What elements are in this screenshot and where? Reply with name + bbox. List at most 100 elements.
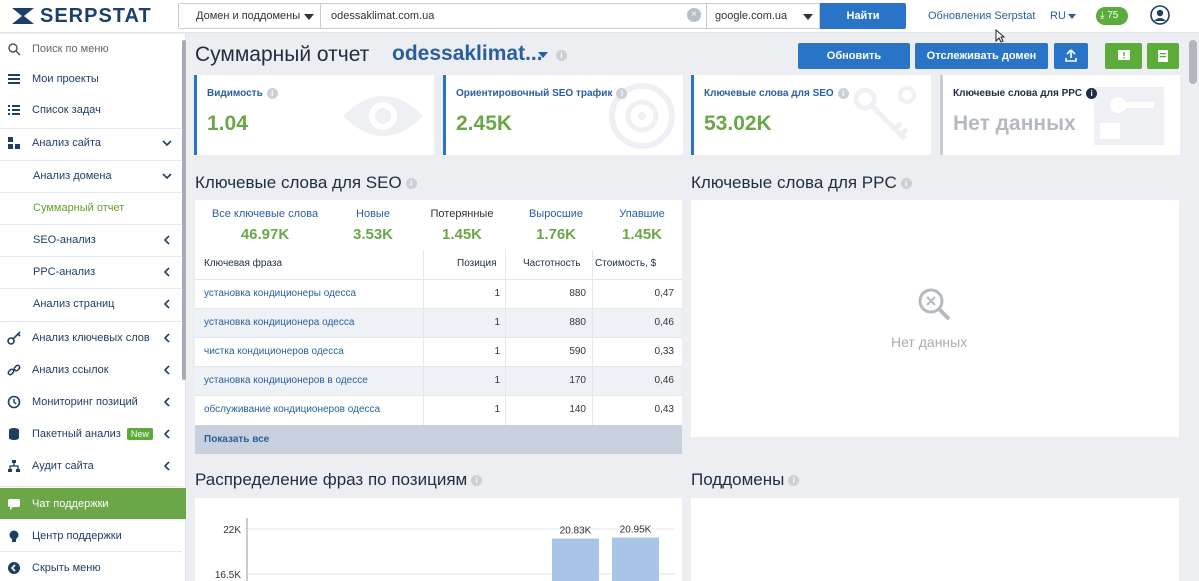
column-header-position[interactable]: Позиция bbox=[457, 258, 497, 269]
table-row[interactable]: установка кондиционеров в одессе 1 170 0… bbox=[195, 366, 682, 395]
y-tick-label: 22K bbox=[223, 525, 241, 536]
search-engine-select[interactable]: google.com.ua bbox=[707, 3, 820, 29]
info-icon[interactable]: i bbox=[556, 50, 567, 61]
frequency-cell: 590 bbox=[569, 346, 586, 357]
user-icon[interactable] bbox=[1150, 5, 1170, 25]
column-header-cost[interactable]: Стоимость, $ bbox=[595, 258, 656, 269]
top-bar: SERPSTAT Домен и поддомены odessaklimat.… bbox=[0, 0, 1199, 33]
chevron-down-icon bbox=[304, 14, 314, 20]
sidebar-item-summary-report[interactable]: Суммарный отчет bbox=[0, 193, 182, 223]
info-icon[interactable]: i bbox=[1086, 88, 1098, 99]
sidebar-item-batch-analysis[interactable]: Пакетный анализ New bbox=[0, 419, 182, 449]
sidebar-scrollbar[interactable] bbox=[182, 40, 186, 380]
find-button[interactable]: Найти bbox=[820, 3, 906, 29]
upload-icon bbox=[1065, 49, 1077, 62]
info-icon[interactable]: i bbox=[405, 178, 417, 190]
stat-value: 1.45K bbox=[441, 226, 483, 243]
database-icon bbox=[9, 428, 19, 440]
table-row[interactable]: обслуживание кондиционеров одесса 1 140 … bbox=[195, 395, 682, 424]
sidebar-divider bbox=[0, 551, 182, 552]
table-row[interactable]: чистка кондиционеров одесса 1 590 0,33 bbox=[195, 337, 682, 366]
sidebar-item-rank-tracking[interactable]: Мониторинг позиций bbox=[0, 387, 182, 417]
sidebar-item-label: Анализ домена bbox=[33, 170, 112, 182]
sidebar-item-label: Скрыть меню bbox=[32, 562, 101, 574]
main-scrollbar[interactable] bbox=[1189, 40, 1197, 84]
sidebar-item-page-analysis[interactable]: Анализ страниц bbox=[0, 289, 182, 319]
info-icon[interactable]: i bbox=[788, 475, 800, 487]
domain-input[interactable]: odessaklimat.com.ua bbox=[321, 3, 707, 29]
column-header-keyword[interactable]: Ключевая фраза bbox=[204, 258, 282, 269]
language-select[interactable]: RU bbox=[1050, 10, 1076, 22]
sidebar-item-help-center[interactable]: Центр поддержки bbox=[0, 521, 182, 551]
keyword-link[interactable]: установка кондиционеры одесса bbox=[204, 288, 356, 299]
sidebar-item-seo-analysis[interactable]: SEO-анализ bbox=[0, 225, 182, 255]
column-header-frequency[interactable]: Частотность bbox=[523, 258, 581, 269]
sidebar-item-label: Анализ ключевых слов bbox=[32, 332, 150, 344]
sidebar-item-site-audit[interactable]: Аудит сайта bbox=[0, 451, 182, 481]
card-value: 1.04 bbox=[207, 112, 248, 135]
chevron-left-icon bbox=[163, 235, 170, 245]
stat-label[interactable]: Потерянные bbox=[425, 208, 499, 220]
keyword-link[interactable]: чистка кондиционеров одесса bbox=[204, 346, 344, 357]
keyword-link[interactable]: установка кондиционера одесса bbox=[204, 317, 354, 328]
search-type-select[interactable]: Домен и поддомены bbox=[178, 3, 321, 29]
positions-distribution-title: Распределение фраз по позициям i bbox=[195, 470, 483, 490]
table-row[interactable]: установка кондиционера одесса 1 880 0,46 bbox=[195, 308, 682, 337]
keyword-link[interactable]: установка кондиционеров в одессе bbox=[204, 375, 368, 386]
card-seo-traffic[interactable]: Ориентировочный SEO трафик i 2.45K bbox=[443, 75, 683, 155]
stat-label[interactable]: Все ключевые слова bbox=[205, 208, 325, 220]
sidebar-item-projects[interactable]: Мои проекты bbox=[0, 64, 182, 94]
stat-label[interactable]: Новые bbox=[343, 208, 403, 220]
show-all-button[interactable]: Показать все bbox=[195, 425, 682, 454]
sidebar-item-link-analysis[interactable]: Анализ ссылок bbox=[0, 355, 182, 385]
bar-value-label: 20.83K bbox=[560, 526, 592, 537]
table-row[interactable]: установка кондиционеры одесса 1 880 0,47 bbox=[195, 279, 682, 308]
y-tick-label: 16.5K bbox=[215, 570, 241, 581]
serpstat-logo[interactable]: SERPSTAT bbox=[10, 5, 152, 27]
info-icon[interactable]: i bbox=[900, 178, 912, 190]
updates-link[interactable]: Обновления Serpstat bbox=[928, 10, 1035, 22]
card-visibility[interactable]: Видимость i 1.04 bbox=[194, 75, 434, 155]
keyword-link[interactable]: обслуживание кондиционеров одесса bbox=[204, 404, 380, 415]
sidebar-item-label: Чат поддержки bbox=[32, 497, 109, 510]
bulb-icon bbox=[9, 530, 19, 542]
sidebar-item-label: Мониторинг позиций bbox=[32, 396, 138, 408]
sidebar-item-site-analysis[interactable]: Анализ сайта bbox=[0, 128, 182, 158]
refresh-visibility-button[interactable]: Обновить видимость bbox=[798, 43, 910, 88]
chart-bar[interactable] bbox=[612, 537, 659, 581]
export-button[interactable] bbox=[1054, 43, 1088, 69]
info-icon[interactable]: i bbox=[837, 88, 849, 99]
feedback-button[interactable] bbox=[1105, 43, 1142, 69]
sidebar-item-tasks[interactable]: Список задач bbox=[0, 95, 182, 125]
stat-value: 3.53K bbox=[352, 226, 394, 243]
info-icon[interactable]: i bbox=[266, 88, 278, 99]
sidebar-item-label: Суммарный отчет bbox=[33, 202, 125, 214]
sitemap-icon bbox=[8, 137, 20, 149]
chart-bar[interactable] bbox=[552, 538, 599, 581]
link-icon bbox=[7, 364, 21, 376]
track-domain-button[interactable]: Отслеживать домен bbox=[915, 43, 1048, 69]
search-type-value: Домен и поддомены bbox=[196, 10, 301, 22]
info-icon[interactable]: i bbox=[471, 475, 483, 487]
info-icon[interactable]: i bbox=[616, 88, 628, 99]
card-ppc-keywords[interactable]: Ключевые слова для PPC i Нет данных bbox=[940, 75, 1180, 155]
sidebar-item-ppc-analysis[interactable]: PPC-анализ bbox=[0, 257, 182, 287]
sidebar-item-keyword-analysis[interactable]: Анализ ключевых слов bbox=[0, 323, 182, 353]
stat-label[interactable]: Выросшие bbox=[523, 208, 589, 220]
downloads-badge[interactable]: ⤓ 75 bbox=[1096, 7, 1128, 25]
sidebar-item-hide-menu[interactable]: Скрыть меню bbox=[0, 553, 182, 581]
sidebar-search[interactable]: Поиск по меню bbox=[0, 34, 182, 64]
sidebar-item-domain-analysis[interactable]: Анализ домена bbox=[0, 161, 182, 191]
sidebar-item-support-chat[interactable]: Чат поддержки bbox=[0, 488, 186, 519]
card-seo-keywords[interactable]: Ключевые слова для SEO i 53.02K bbox=[691, 75, 931, 155]
chevron-left-icon bbox=[163, 365, 170, 375]
chevron-down-icon[interactable] bbox=[538, 52, 548, 58]
stat-label[interactable]: Упавшие bbox=[613, 208, 671, 220]
report-button[interactable] bbox=[1147, 43, 1179, 69]
domain-selector[interactable]: odessaklimat... bbox=[392, 42, 543, 66]
card-label: Ключевые слова для PPC i bbox=[953, 88, 1098, 99]
search-no-data-icon bbox=[918, 288, 951, 321]
clear-icon[interactable]: × bbox=[687, 8, 701, 22]
frequency-cell: 880 bbox=[569, 317, 586, 328]
no-data-text: Нет данных bbox=[891, 334, 968, 350]
